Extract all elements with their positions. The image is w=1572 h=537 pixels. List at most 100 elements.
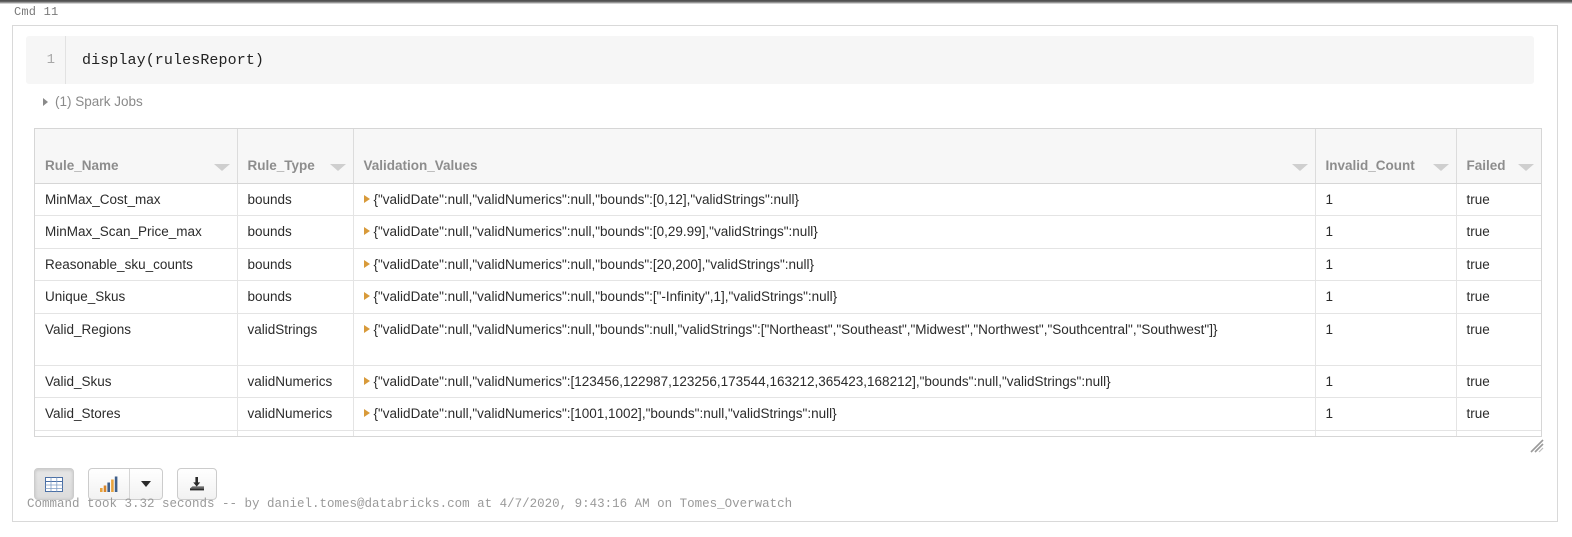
validation-values-text: {"validDate":null,"validNumerics":[12345… <box>373 373 1111 389</box>
sort-caret-icon[interactable] <box>1432 163 1449 171</box>
cell-failed: false <box>1456 430 1541 436</box>
spark-jobs-label: (1) Spark Jobs <box>55 94 143 109</box>
table-row[interactable]: MinMax_Scan_Price_max bounds {"validDate… <box>35 215 1541 249</box>
download-icon <box>190 477 204 491</box>
sort-caret-icon[interactable] <box>1518 163 1534 171</box>
cell-failed: true <box>1456 183 1541 217</box>
command-label: Cmd 11 <box>14 5 59 19</box>
validation-values-text: {"validDate":null,"validNumerics":[1001,… <box>373 406 837 422</box>
cell-validation-values[interactable]: {"validDate":null,"validNumerics":null,"… <box>353 215 1316 249</box>
cell-validation-values[interactable]: {"validDate":null,"validNumerics":[1001,… <box>353 397 1316 431</box>
cell-rule-name: Unique_Skus <box>35 280 238 314</box>
column-label: Rule_Name <box>45 157 119 173</box>
results-table: Rule_Name Rule_Type Validation_Values In… <box>35 129 1541 436</box>
sort-caret-icon[interactable] <box>329 163 346 171</box>
expand-struct-icon[interactable] <box>363 409 370 418</box>
expand-struct-icon[interactable] <box>363 376 370 385</box>
cell-rule-name: Valid_Stores <box>35 397 238 431</box>
sort-caret-icon[interactable] <box>213 163 230 171</box>
validation-values-text: {"validDate":null,"validNumerics":null,"… <box>373 224 818 240</box>
column-label: Validation_Values <box>363 157 478 173</box>
validation-values-text: {"validDate":null,"validNumerics":null,"… <box>373 191 800 207</box>
column-header-invalid-count[interactable]: Invalid_Count <box>1315 129 1457 184</box>
code-line[interactable]: display(rulesReport) <box>66 52 264 69</box>
cell-invalid-count: 1 <box>1315 215 1457 249</box>
chart-type-dropdown-button[interactable] <box>129 469 162 499</box>
cell-invalid-count: 1 <box>1315 248 1457 282</box>
cell-failed: true <box>1456 215 1541 249</box>
cell-invalid-count: 1 <box>1315 313 1457 366</box>
code-editor[interactable]: 1 display(rulesReport) <box>26 36 1534 84</box>
table-row[interactable]: Max_allowed_discount bounds {"validDate"… <box>35 430 1541 436</box>
sort-caret-icon[interactable] <box>1291 163 1308 171</box>
cell-rule-type: bounds <box>237 215 354 249</box>
table-grid-icon <box>45 476 63 492</box>
table-header-row: Rule_Name Rule_Type Validation_Values In… <box>35 129 1541 184</box>
table-view-button[interactable] <box>34 468 74 500</box>
expand-struct-icon[interactable] <box>363 292 370 301</box>
column-header-rule-name[interactable]: Rule_Name <box>35 129 238 184</box>
cell-rule-name: MinMax_Scan_Price_max <box>35 215 238 249</box>
cell-validation-values[interactable]: {"validDate":null,"validNumerics":null,"… <box>353 183 1316 217</box>
cell-rule-type: bounds <box>237 183 354 217</box>
validation-values-text: {"validDate":null,"validNumerics":null,"… <box>373 256 815 272</box>
cell-rule-type: bounds <box>237 430 354 436</box>
cell-validation-values[interactable]: {"validDate":null,"validNumerics":null,"… <box>353 280 1316 314</box>
cell-invalid-count: 1 <box>1315 280 1457 314</box>
table-row[interactable]: Unique_Skus bounds {"validDate":null,"va… <box>35 280 1541 314</box>
cell-failed: true <box>1456 248 1541 282</box>
chevron-right-icon <box>43 97 48 106</box>
expand-struct-icon[interactable] <box>363 259 370 268</box>
results-table-container[interactable]: Rule_Name Rule_Type Validation_Values In… <box>34 128 1542 437</box>
expand-struct-icon[interactable] <box>363 324 370 333</box>
results-toolbar <box>34 468 217 500</box>
cell-rule-type: bounds <box>237 280 354 314</box>
validation-values-text: {"validDate":null,"validNumerics":null,"… <box>373 289 838 305</box>
cell-rule-name: Valid_Regions <box>35 313 238 366</box>
table-row[interactable]: MinMax_Cost_max bounds {"validDate":null… <box>35 183 1541 217</box>
cell-validation-values[interactable]: {"validDate":null,"validNumerics":null,"… <box>353 313 1316 366</box>
column-header-rule-type[interactable]: Rule_Type <box>237 129 354 184</box>
cell-invalid-count: 1 <box>1315 365 1457 399</box>
download-button[interactable] <box>177 468 217 500</box>
line-number: 1 <box>26 36 66 84</box>
table-body: MinMax_Cost_max bounds {"validDate":null… <box>35 183 1541 436</box>
cell-rule-name: MinMax_Cost_max <box>35 183 238 217</box>
column-header-validation-values[interactable]: Validation_Values <box>353 129 1316 184</box>
cell-rule-type: validStrings <box>237 313 354 366</box>
notebook-cell: 1 display(rulesReport) (1) Spark Jobs Ru… <box>12 25 1558 522</box>
chart-view-control <box>88 468 163 500</box>
expand-struct-icon[interactable] <box>363 227 370 236</box>
table-row[interactable]: Valid_Skus validNumerics {"validDate":nu… <box>35 365 1541 399</box>
expand-struct-icon[interactable] <box>363 194 370 203</box>
cell-invalid-count: 1 <box>1315 183 1457 217</box>
column-label: Invalid_Count <box>1325 157 1415 173</box>
table-row[interactable]: Reasonable_sku_counts bounds {"validDate… <box>35 248 1541 282</box>
cell-failed: true <box>1456 365 1541 399</box>
cell-rule-type: validNumerics <box>237 365 354 399</box>
column-label: Rule_Type <box>247 157 315 173</box>
window-top-chrome <box>0 0 1572 4</box>
cell-rule-name: Valid_Skus <box>35 365 238 399</box>
cell-rule-type: validNumerics <box>237 397 354 431</box>
cell-rule-name: Max_allowed_discount <box>35 430 238 436</box>
cell-invalid-count: 1 <box>1315 397 1457 431</box>
validation-values-text: {"validDate":null,"validNumerics":null,"… <box>373 321 1218 337</box>
resize-handle[interactable] <box>1530 439 1544 453</box>
cell-rule-type: bounds <box>237 248 354 282</box>
cell-validation-values[interactable]: {"validDate":null,"validNumerics":null,"… <box>353 430 1316 436</box>
cell-invalid-count: 0 <box>1315 430 1457 436</box>
resize-grip-icon <box>1530 439 1544 453</box>
chart-view-button[interactable] <box>89 469 129 499</box>
column-header-failed[interactable]: Failed <box>1456 129 1541 184</box>
cell-validation-values[interactable]: {"validDate":null,"validNumerics":null,"… <box>353 248 1316 282</box>
spark-jobs-toggle[interactable]: (1) Spark Jobs <box>43 94 143 109</box>
cell-validation-values[interactable]: {"validDate":null,"validNumerics":[12345… <box>353 365 1316 399</box>
table-row[interactable]: Valid_Stores validNumerics {"validDate":… <box>35 397 1541 431</box>
cell-failed: true <box>1456 280 1541 314</box>
table-row[interactable]: Valid_Regions validStrings {"validDate":… <box>35 313 1541 366</box>
cell-failed: true <box>1456 397 1541 431</box>
cell-rule-name: Reasonable_sku_counts <box>35 248 238 282</box>
chevron-down-icon <box>141 481 151 487</box>
bar-chart-icon <box>100 476 118 492</box>
